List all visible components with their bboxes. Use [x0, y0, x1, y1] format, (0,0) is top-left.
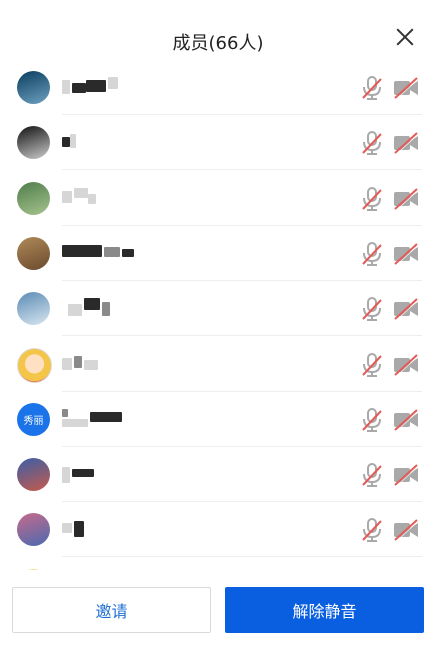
muted-mic-icon — [362, 186, 382, 211]
avatar — [17, 458, 50, 492]
close-icon[interactable] — [396, 28, 414, 46]
member-row[interactable] — [0, 171, 436, 226]
member-camera-toggle[interactable] — [393, 298, 419, 321]
member-camera-toggle[interactable] — [393, 353, 419, 376]
avatar — [17, 181, 50, 215]
member-row[interactable] — [0, 281, 436, 337]
muted-mic-icon — [362, 297, 382, 322]
member-mic-toggle[interactable] — [361, 241, 383, 266]
member-mic-toggle[interactable] — [361, 463, 383, 488]
member-mic-toggle[interactable] — [361, 407, 383, 432]
member-camera-toggle[interactable] — [393, 519, 419, 542]
muted-mic-icon — [362, 463, 382, 488]
member-row[interactable] — [0, 447, 436, 503]
member-name-masked — [62, 408, 162, 429]
member-camera-toggle[interactable] — [393, 132, 419, 155]
muted-mic-icon — [362, 407, 382, 432]
member-row[interactable]: 秀丽 — [0, 392, 436, 447]
member-name-masked — [62, 243, 162, 263]
muted-mic-icon — [362, 518, 382, 543]
muted-mic-icon — [362, 131, 382, 156]
camera-off-icon — [394, 77, 419, 100]
member-name-masked — [62, 132, 162, 152]
member-row[interactable] — [0, 60, 436, 115]
avatar — [17, 513, 50, 547]
member-mic-toggle[interactable] — [361, 76, 383, 100]
member-name-masked — [62, 354, 162, 374]
invite-button[interactable]: 邀请 — [12, 587, 211, 633]
camera-off-icon — [394, 353, 419, 376]
member-name-masked — [62, 77, 162, 97]
member-camera-toggle[interactable] — [393, 409, 419, 432]
avatar — [17, 236, 50, 270]
muted-mic-icon — [362, 241, 382, 266]
member-mic-toggle[interactable] — [361, 518, 383, 543]
camera-off-icon — [394, 243, 419, 266]
avatar — [17, 126, 50, 160]
page-title: 成员(66人) — [172, 33, 264, 54]
avatar — [17, 347, 52, 383]
member-camera-toggle[interactable] — [393, 464, 419, 487]
camera-off-icon — [394, 187, 419, 211]
member-camera-toggle[interactable] — [393, 77, 419, 100]
camera-off-icon — [394, 132, 419, 155]
camera-off-icon — [394, 519, 419, 542]
member-list[interactable]: 秀丽 — [0, 60, 436, 570]
member-row[interactable] — [0, 226, 436, 281]
member-name-masked — [62, 464, 162, 484]
unmute-all-button[interactable]: 解除静音 — [225, 587, 424, 633]
camera-off-icon — [394, 298, 419, 321]
member-name-masked — [62, 298, 162, 318]
muted-mic-icon — [362, 352, 382, 377]
member-camera-toggle[interactable] — [393, 243, 419, 266]
camera-off-icon — [394, 464, 419, 487]
muted-mic-icon — [362, 76, 382, 100]
member-row[interactable] — [0, 337, 436, 392]
member-mic-toggle[interactable] — [361, 186, 383, 211]
avatar — [17, 292, 50, 326]
member-mic-toggle[interactable] — [361, 297, 383, 322]
member-mic-toggle[interactable] — [361, 352, 383, 377]
member-camera-toggle[interactable] — [393, 187, 419, 211]
member-mic-toggle[interactable] — [361, 131, 383, 156]
member-row[interactable] — [0, 115, 436, 171]
text-avatar: 秀丽 — [17, 402, 50, 436]
member-row[interactable] — [0, 502, 436, 558]
list-fade — [0, 560, 436, 582]
member-name-masked — [62, 187, 162, 208]
avatar — [17, 71, 50, 104]
camera-off-icon — [394, 409, 419, 432]
member-name-masked — [62, 519, 162, 539]
